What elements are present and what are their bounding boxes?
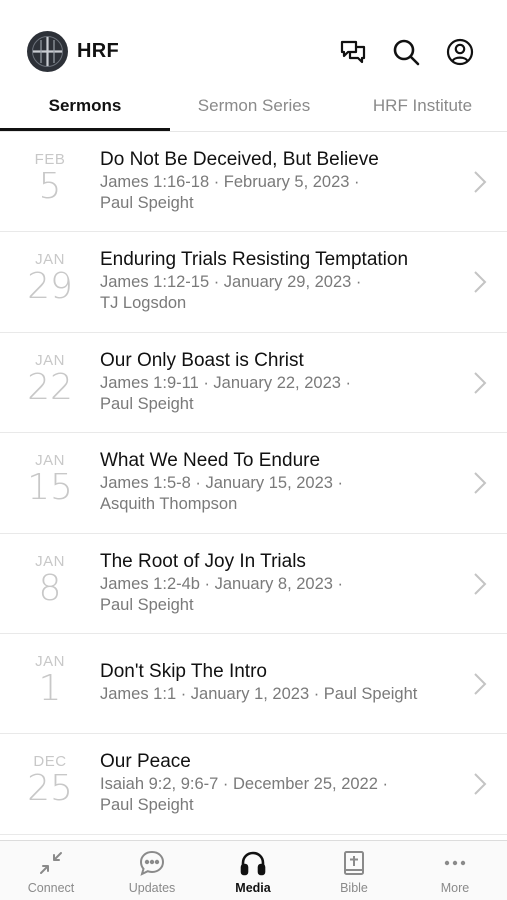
sermon-date: JAN 8 xyxy=(18,553,82,609)
sermon-info: Don't Skip The Intro James 1:1 · January… xyxy=(100,660,460,705)
tab-sermons[interactable]: Sermons xyxy=(0,96,170,116)
chat-icon[interactable] xyxy=(338,37,368,67)
more-icon xyxy=(444,860,466,866)
date-day: 29 xyxy=(27,266,73,308)
sermon-title: The Root of Joy In Trials xyxy=(100,550,306,572)
sermon-title: Enduring Trials Resisting Temptation xyxy=(100,249,409,271)
sermon-date: JAN 29 xyxy=(18,252,82,306)
tab-sermon-series[interactable]: Sermon Series xyxy=(170,96,338,116)
app-header: HRF xyxy=(0,0,507,88)
chevron-right-icon xyxy=(474,372,487,394)
sermon-info: What We Need To Endure James 1:5-8 · Jan… xyxy=(100,449,460,515)
chevron-right-icon xyxy=(474,673,487,695)
sermon-speaker: Paul Speight xyxy=(100,796,194,815)
sermon-meta: James 1:5-8 · January 15, 2023 · xyxy=(100,474,344,493)
updates-icon xyxy=(139,850,165,876)
sermon-meta: James 1:16-18 · February 5, 2023 · xyxy=(100,173,360,191)
date-day: 1 xyxy=(38,667,62,709)
sermon-title: Don't Skip The Intro xyxy=(100,660,267,682)
tab-label: Media xyxy=(235,881,271,895)
chevron-right-icon xyxy=(474,773,487,796)
tab-label: Updates xyxy=(128,881,176,895)
sermon-date: JAN 22 xyxy=(18,352,82,408)
tab-more[interactable]: More xyxy=(415,849,495,895)
list-item[interactable]: FEB 5 Do Not Be Deceived, But Believe Ja… xyxy=(0,132,507,233)
sermon-date: DEC 25 xyxy=(18,754,82,808)
date-day: 5 xyxy=(38,166,62,207)
sermon-info: Our Peace Isaiah 9:2, 9:6-7 · December 2… xyxy=(100,750,460,816)
headphones-icon xyxy=(240,851,266,876)
date-day: 25 xyxy=(27,768,73,810)
tab-updates[interactable]: Updates xyxy=(112,849,192,895)
list-item[interactable]: JAN 29 Enduring Trials Resisting Temptat… xyxy=(0,232,507,333)
bottom-tab-bar: Connect Updates Media Bible More xyxy=(0,840,507,900)
sermon-meta: James 1:9-11 · January 22, 2023 · xyxy=(100,373,351,392)
sermon-title: Our Peace xyxy=(100,751,191,773)
chevron-right-icon xyxy=(474,472,487,494)
tab-label: Bible xyxy=(340,881,368,895)
date-day: 8 xyxy=(38,567,62,609)
chevron-right-icon xyxy=(474,271,487,294)
sermon-date: JAN 1 xyxy=(18,653,82,709)
sermon-speaker: Paul Speight xyxy=(100,394,194,413)
sermon-info: Do Not Be Deceived, But Believe James 1:… xyxy=(100,148,460,214)
connect-icon xyxy=(40,852,62,874)
sermon-speaker: Paul Speight xyxy=(100,194,194,212)
tab-bar-top: Sermons Sermon Series HRF Institute xyxy=(0,88,507,132)
list-item[interactable]: JAN 15 What We Need To Endure James 1:5-… xyxy=(0,433,507,534)
search-icon[interactable] xyxy=(391,37,421,67)
sermon-speaker: Paul Speight xyxy=(100,595,194,614)
chevron-right-icon xyxy=(474,572,487,595)
tab-media[interactable]: Media xyxy=(213,849,293,895)
tab-label: More xyxy=(440,881,470,895)
chevron-right-icon xyxy=(474,171,487,193)
list-item[interactable]: JAN 8 The Root of Joy In Trials James 1:… xyxy=(0,534,507,634)
sermon-info: The Root of Joy In Trials James 1:2-4b ·… xyxy=(100,550,460,616)
logo-icon[interactable] xyxy=(27,31,68,72)
list-item[interactable]: DEC 25 Our Peace Isaiah 9:2, 9:6-7 · Dec… xyxy=(0,734,507,835)
sermon-title: Do Not Be Deceived, But Believe xyxy=(100,149,379,170)
tab-connect[interactable]: Connect xyxy=(11,849,91,895)
profile-icon[interactable] xyxy=(445,37,475,67)
sermon-date: JAN 15 xyxy=(18,453,82,507)
active-tab-indicator xyxy=(0,128,170,131)
sermon-info: Our Only Boast is Christ James 1:9-11 · … xyxy=(100,349,460,415)
sermon-info: Enduring Trials Resisting Temptation Jam… xyxy=(100,248,460,314)
sermon-speaker: TJ Logsdon xyxy=(100,294,187,313)
brand-name: HRF xyxy=(77,40,120,62)
sermon-meta: James 1:2-4b · January 8, 2023 · xyxy=(100,574,344,593)
sermon-speaker: Asquith Thompson xyxy=(100,495,238,514)
sermon-list: FEB 5 Do Not Be Deceived, But Believe Ja… xyxy=(0,132,507,835)
bible-icon xyxy=(344,851,364,875)
sermon-meta: James 1:12-15 · January 29, 2023 · xyxy=(100,273,362,292)
sermon-date: FEB 5 xyxy=(18,152,82,206)
sermon-meta: James 1:1 · January 1, 2023 · Paul Speig… xyxy=(100,684,418,703)
tab-label: Connect xyxy=(27,881,75,895)
sermon-meta: Isaiah 9:2, 9:6-7 · December 25, 2022 · xyxy=(100,775,388,794)
sermon-title: What We Need To Endure xyxy=(100,450,321,472)
date-day: 15 xyxy=(27,467,73,509)
date-day: 22 xyxy=(27,366,73,408)
tab-hrf-institute[interactable]: HRF Institute xyxy=(338,96,507,116)
tab-bible[interactable]: Bible xyxy=(314,849,394,895)
sermon-title: Our Only Boast is Christ xyxy=(100,349,304,371)
list-item[interactable]: JAN 22 Our Only Boast is Christ James 1:… xyxy=(0,333,507,434)
list-item[interactable]: JAN 1 Don't Skip The Intro James 1:1 · J… xyxy=(0,634,507,735)
